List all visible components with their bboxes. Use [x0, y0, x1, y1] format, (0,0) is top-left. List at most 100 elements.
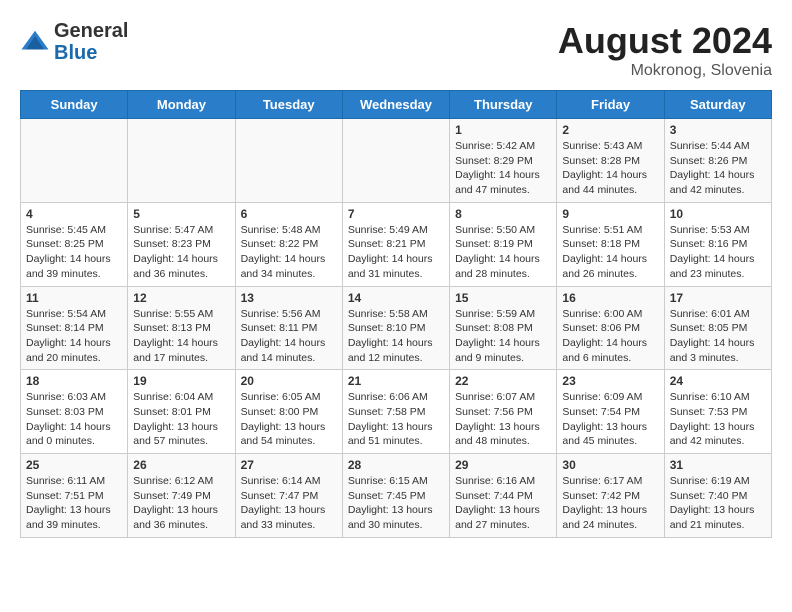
location: Mokronog, Slovenia	[558, 62, 772, 80]
day-number: 21	[348, 374, 444, 388]
day-number: 14	[348, 291, 444, 305]
day-number: 15	[455, 291, 551, 305]
calendar-cell: 4 Sunrise: 5:45 AMSunset: 8:25 PMDaylight…	[21, 202, 128, 286]
calendar-cell: 26 Sunrise: 6:12 AMSunset: 7:49 PMDayligh…	[128, 454, 235, 538]
day-info: Sunrise: 6:15 AMSunset: 7:45 PMDaylight:…	[348, 474, 444, 533]
day-number: 31	[670, 458, 766, 472]
calendar-cell: 19 Sunrise: 6:04 AMSunset: 8:01 PMDayligh…	[128, 370, 235, 454]
calendar-cell	[128, 119, 235, 203]
day-number: 20	[241, 374, 337, 388]
calendar-cell: 31 Sunrise: 6:19 AMSunset: 7:40 PMDayligh…	[664, 454, 771, 538]
day-number: 12	[133, 291, 229, 305]
header-saturday: Saturday	[664, 91, 771, 119]
day-info: Sunrise: 6:19 AMSunset: 7:40 PMDaylight:…	[670, 474, 766, 533]
day-number: 13	[241, 291, 337, 305]
header-monday: Monday	[128, 91, 235, 119]
day-info: Sunrise: 6:09 AMSunset: 7:54 PMDaylight:…	[562, 390, 658, 449]
day-info: Sunrise: 5:59 AMSunset: 8:08 PMDaylight:…	[455, 307, 551, 366]
day-number: 11	[26, 291, 122, 305]
calendar-cell: 24 Sunrise: 6:10 AMSunset: 7:53 PMDayligh…	[664, 370, 771, 454]
calendar-cell	[235, 119, 342, 203]
day-info: Sunrise: 5:45 AMSunset: 8:25 PMDaylight:…	[26, 223, 122, 282]
day-number: 10	[670, 207, 766, 221]
calendar-week-3: 11 Sunrise: 5:54 AMSunset: 8:14 PMDayligh…	[21, 286, 772, 370]
calendar-cell: 2 Sunrise: 5:43 AMSunset: 8:28 PMDaylight…	[557, 119, 664, 203]
day-info: Sunrise: 6:12 AMSunset: 7:49 PMDaylight:…	[133, 474, 229, 533]
calendar-cell: 6 Sunrise: 5:48 AMSunset: 8:22 PMDaylight…	[235, 202, 342, 286]
day-number: 7	[348, 207, 444, 221]
day-info: Sunrise: 5:43 AMSunset: 8:28 PMDaylight:…	[562, 139, 658, 198]
header-row: Sunday Monday Tuesday Wednesday Thursday…	[21, 91, 772, 119]
calendar-cell: 13 Sunrise: 5:56 AMSunset: 8:11 PMDayligh…	[235, 286, 342, 370]
calendar-cell: 1 Sunrise: 5:42 AMSunset: 8:29 PMDaylight…	[450, 119, 557, 203]
day-number: 17	[670, 291, 766, 305]
day-number: 8	[455, 207, 551, 221]
calendar-cell: 25 Sunrise: 6:11 AMSunset: 7:51 PMDayligh…	[21, 454, 128, 538]
header-thursday: Thursday	[450, 91, 557, 119]
calendar-cell: 5Sunrise: 5:47 AMSunset: 8:23 PMDaylight…	[128, 202, 235, 286]
calendar-cell: 14Sunrise: 5:58 AMSunset: 8:10 PMDayligh…	[342, 286, 449, 370]
day-info: Sunrise: 5:47 AMSunset: 8:23 PMDaylight:…	[133, 223, 229, 282]
calendar-cell: 27Sunrise: 6:14 AMSunset: 7:47 PMDayligh…	[235, 454, 342, 538]
day-info: Sunrise: 6:04 AMSunset: 8:01 PMDaylight:…	[133, 390, 229, 449]
calendar-cell: 11 Sunrise: 5:54 AMSunset: 8:14 PMDayligh…	[21, 286, 128, 370]
day-info: Sunrise: 6:10 AMSunset: 7:53 PMDaylight:…	[670, 390, 766, 449]
calendar-cell: 20 Sunrise: 6:05 AMSunset: 8:00 PMDayligh…	[235, 370, 342, 454]
calendar-cell: 29Sunrise: 6:16 AMSunset: 7:44 PMDayligh…	[450, 454, 557, 538]
day-info: Sunrise: 5:53 AMSunset: 8:16 PMDaylight:…	[670, 223, 766, 282]
day-info: Sunrise: 6:06 AMSunset: 7:58 PMDaylight:…	[348, 390, 444, 449]
month-year: August 2024	[558, 20, 772, 62]
day-number: 3	[670, 123, 766, 137]
day-info: Sunrise: 5:44 AMSunset: 8:26 PMDaylight:…	[670, 139, 766, 198]
calendar-cell: 30Sunrise: 6:17 AMSunset: 7:42 PMDayligh…	[557, 454, 664, 538]
day-info: Sunrise: 5:50 AMSunset: 8:19 PMDaylight:…	[455, 223, 551, 282]
logo: General Blue	[20, 20, 128, 64]
day-info: Sunrise: 6:07 AMSunset: 7:56 PMDaylight:…	[455, 390, 551, 449]
header-wednesday: Wednesday	[342, 91, 449, 119]
day-number: 25	[26, 458, 122, 472]
day-number: 16	[562, 291, 658, 305]
day-number: 19	[133, 374, 229, 388]
day-info: Sunrise: 5:55 AMSunset: 8:13 PMDaylight:…	[133, 307, 229, 366]
header-tuesday: Tuesday	[235, 91, 342, 119]
day-number: 26	[133, 458, 229, 472]
day-info: Sunrise: 6:17 AMSunset: 7:42 PMDaylight:…	[562, 474, 658, 533]
day-number: 1	[455, 123, 551, 137]
calendar-cell: 22 Sunrise: 6:07 AMSunset: 7:56 PMDayligh…	[450, 370, 557, 454]
calendar-table: Sunday Monday Tuesday Wednesday Thursday…	[20, 90, 772, 538]
day-number: 9	[562, 207, 658, 221]
calendar-cell: 23Sunrise: 6:09 AMSunset: 7:54 PMDayligh…	[557, 370, 664, 454]
day-number: 24	[670, 374, 766, 388]
calendar-cell: 9 Sunrise: 5:51 AMSunset: 8:18 PMDaylight…	[557, 202, 664, 286]
calendar-cell	[21, 119, 128, 203]
day-info: Sunrise: 5:54 AMSunset: 8:14 PMDaylight:…	[26, 307, 122, 366]
calendar-cell: 17 Sunrise: 6:01 AMSunset: 8:05 PMDayligh…	[664, 286, 771, 370]
day-number: 28	[348, 458, 444, 472]
day-info: Sunrise: 5:51 AMSunset: 8:18 PMDaylight:…	[562, 223, 658, 282]
calendar-cell: 10 Sunrise: 5:53 AMSunset: 8:16 PMDayligh…	[664, 202, 771, 286]
day-number: 6	[241, 207, 337, 221]
day-info: Sunrise: 6:03 AMSunset: 8:03 PMDaylight:…	[26, 390, 122, 449]
calendar-week-1: 1 Sunrise: 5:42 AMSunset: 8:29 PMDaylight…	[21, 119, 772, 203]
day-number: 2	[562, 123, 658, 137]
header: General Blue August 2024 Mokronog, Slove…	[20, 20, 772, 80]
day-info: Sunrise: 6:11 AMSunset: 7:51 PMDaylight:…	[26, 474, 122, 533]
day-info: Sunrise: 6:01 AMSunset: 8:05 PMDaylight:…	[670, 307, 766, 366]
day-number: 4	[26, 207, 122, 221]
calendar-cell: 12 Sunrise: 5:55 AMSunset: 8:13 PMDayligh…	[128, 286, 235, 370]
calendar-week-2: 4 Sunrise: 5:45 AMSunset: 8:25 PMDaylight…	[21, 202, 772, 286]
calendar-cell	[342, 119, 449, 203]
day-info: Sunrise: 6:00 AMSunset: 8:06 PMDaylight:…	[562, 307, 658, 366]
day-info: Sunrise: 5:42 AMSunset: 8:29 PMDaylight:…	[455, 139, 551, 198]
day-info: Sunrise: 5:56 AMSunset: 8:11 PMDaylight:…	[241, 307, 337, 366]
calendar-header: Sunday Monday Tuesday Wednesday Thursday…	[21, 91, 772, 119]
day-number: 18	[26, 374, 122, 388]
logo-icon	[20, 27, 50, 57]
day-info: Sunrise: 6:05 AMSunset: 8:00 PMDaylight:…	[241, 390, 337, 449]
calendar-cell: 16 Sunrise: 6:00 AMSunset: 8:06 PMDayligh…	[557, 286, 664, 370]
header-friday: Friday	[557, 91, 664, 119]
day-number: 22	[455, 374, 551, 388]
day-info: Sunrise: 6:16 AMSunset: 7:44 PMDaylight:…	[455, 474, 551, 533]
calendar-week-4: 18 Sunrise: 6:03 AMSunset: 8:03 PMDayligh…	[21, 370, 772, 454]
day-info: Sunrise: 5:48 AMSunset: 8:22 PMDaylight:…	[241, 223, 337, 282]
